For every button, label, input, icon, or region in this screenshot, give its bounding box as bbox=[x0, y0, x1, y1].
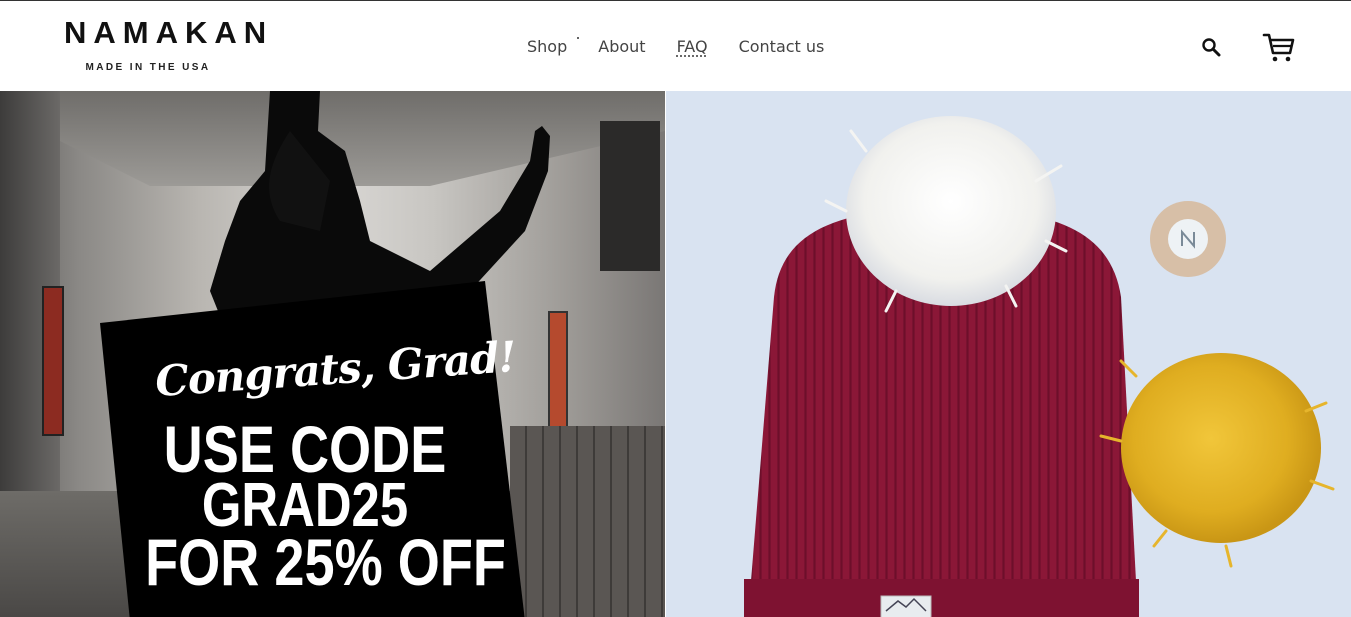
search-button[interactable] bbox=[1198, 34, 1224, 60]
beanie-image bbox=[744, 116, 1335, 617]
cart-icon bbox=[1262, 33, 1295, 62]
nav-shop[interactable]: Shop bbox=[527, 37, 567, 56]
hallway-window bbox=[600, 121, 660, 271]
site-header: NAMAKAN MADE IN THE USA Shop About FAQ C… bbox=[0, 0, 1351, 91]
nav-divider-dot bbox=[577, 37, 579, 39]
brand-logo[interactable]: NAMAKAN MADE IN THE USA bbox=[64, 15, 274, 74]
wall-frame bbox=[42, 286, 64, 436]
promo-discount: FOR 25% OFF bbox=[145, 525, 506, 599]
hero-product-banner[interactable] bbox=[666, 91, 1351, 617]
brand-tagline: MADE IN THE USA bbox=[85, 62, 211, 73]
search-icon bbox=[1202, 38, 1221, 57]
nav-contact[interactable]: Contact us bbox=[739, 37, 825, 56]
lockers bbox=[510, 426, 665, 617]
nav-about[interactable]: About bbox=[598, 37, 645, 56]
hero-promo-banner[interactable]: Congrats, Grad! USE CODE GRAD25 FOR 25% … bbox=[0, 91, 665, 617]
cart-button[interactable] bbox=[1261, 31, 1297, 65]
brand-name: NAMAKAN bbox=[64, 15, 274, 50]
nav-faq[interactable]: FAQ bbox=[677, 37, 708, 56]
